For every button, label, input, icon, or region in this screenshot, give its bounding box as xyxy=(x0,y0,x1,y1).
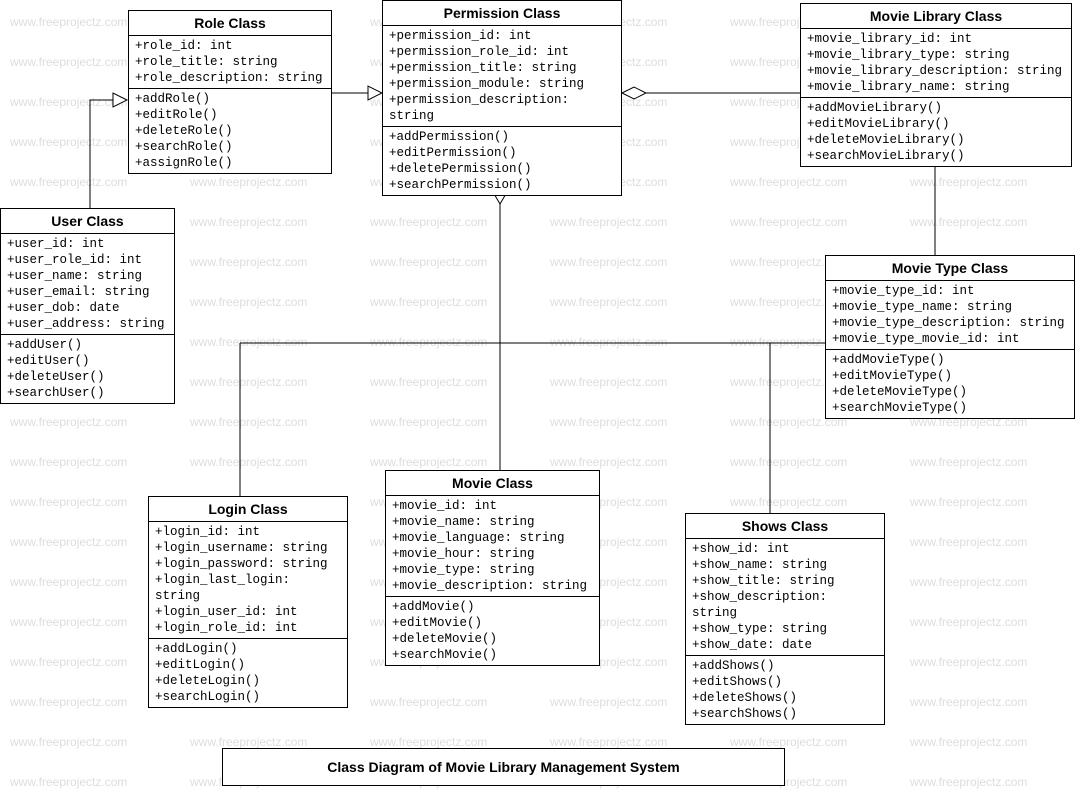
watermark-text: www.freeprojectz.com xyxy=(10,535,127,549)
watermark-text: www.freeprojectz.com xyxy=(550,335,667,349)
watermark-text: www.freeprojectz.com xyxy=(730,215,847,229)
watermark-text: www.freeprojectz.com xyxy=(550,455,667,469)
class-title: Login Class xyxy=(149,497,347,522)
class-title: Movie Library Class xyxy=(801,4,1071,29)
watermark-text: www.freeprojectz.com xyxy=(10,55,127,69)
watermark-text: www.freeprojectz.com xyxy=(190,375,307,389)
watermark-text: www.freeprojectz.com xyxy=(370,215,487,229)
watermark-text: www.freeprojectz.com xyxy=(190,415,307,429)
watermark-text: www.freeprojectz.com xyxy=(550,295,667,309)
watermark-text: www.freeprojectz.com xyxy=(910,655,1027,669)
ops: +addMovieType()+editMovieType()+deleteMo… xyxy=(826,350,1074,418)
attrs: +role_id: int+role_title: string+role_de… xyxy=(129,36,331,89)
ops: +addMovieLibrary()+editMovieLibrary()+de… xyxy=(801,98,1071,166)
class-title: Role Class xyxy=(129,11,331,36)
class-role: Role Class +role_id: int+role_title: str… xyxy=(128,10,332,174)
watermark-text: www.freeprojectz.com xyxy=(730,495,847,509)
watermark-text: www.freeprojectz.com xyxy=(10,615,127,629)
watermark-text: www.freeprojectz.com xyxy=(190,735,307,749)
watermark-text: www.freeprojectz.com xyxy=(10,455,127,469)
watermark-text: www.freeprojectz.com xyxy=(550,375,667,389)
attrs: +movie_id: int+movie_name: string+movie_… xyxy=(386,496,599,597)
ops: +addRole()+editRole()+deleteRole()+searc… xyxy=(129,89,331,173)
watermark-text: www.freeprojectz.com xyxy=(550,215,667,229)
watermark-text: www.freeprojectz.com xyxy=(910,535,1027,549)
watermark-text: www.freeprojectz.com xyxy=(910,695,1027,709)
watermark-text: www.freeprojectz.com xyxy=(910,455,1027,469)
watermark-text: www.freeprojectz.com xyxy=(370,255,487,269)
watermark-text: www.freeprojectz.com xyxy=(370,415,487,429)
watermark-text: www.freeprojectz.com xyxy=(910,575,1027,589)
watermark-text: www.freeprojectz.com xyxy=(370,735,487,749)
watermark-text: www.freeprojectz.com xyxy=(10,575,127,589)
watermark-text: www.freeprojectz.com xyxy=(550,735,667,749)
watermark-text: www.freeprojectz.com xyxy=(910,215,1027,229)
class-shows: Shows Class +show_id: int+show_name: str… xyxy=(685,513,885,725)
class-title: Permission Class xyxy=(383,1,621,26)
watermark-text: www.freeprojectz.com xyxy=(550,255,667,269)
watermark-text: www.freeprojectz.com xyxy=(550,415,667,429)
ops: +addLogin()+editLogin()+deleteLogin()+se… xyxy=(149,639,347,707)
watermark-text: www.freeprojectz.com xyxy=(910,775,1027,789)
watermark-text: www.freeprojectz.com xyxy=(190,295,307,309)
attrs: +movie_library_id: int+movie_library_typ… xyxy=(801,29,1071,98)
class-movietype: Movie Type Class +movie_type_id: int+mov… xyxy=(825,255,1075,419)
watermark-text: www.freeprojectz.com xyxy=(190,455,307,469)
watermark-text: www.freeprojectz.com xyxy=(10,495,127,509)
attrs: +permission_id: int+permission_role_id: … xyxy=(383,26,621,127)
watermark-text: www.freeprojectz.com xyxy=(10,175,127,189)
watermark-text: www.freeprojectz.com xyxy=(10,655,127,669)
watermark-text: www.freeprojectz.com xyxy=(730,455,847,469)
watermark-text: www.freeprojectz.com xyxy=(10,15,127,29)
watermark-text: www.freeprojectz.com xyxy=(910,735,1027,749)
diagram-caption: Class Diagram of Movie Library Managemen… xyxy=(222,748,785,786)
watermark-text: www.freeprojectz.com xyxy=(10,135,127,149)
attrs: +login_id: int+login_username: string+lo… xyxy=(149,522,347,639)
watermark-text: www.freeprojectz.com xyxy=(370,295,487,309)
attrs: +movie_type_id: int+movie_type_name: str… xyxy=(826,281,1074,350)
watermark-text: www.freeprojectz.com xyxy=(10,775,127,789)
watermark-text: www.freeprojectz.com xyxy=(910,175,1027,189)
watermark-text: www.freeprojectz.com xyxy=(190,215,307,229)
watermark-text: www.freeprojectz.com xyxy=(190,255,307,269)
attrs: +show_id: int+show_name: string+show_tit… xyxy=(686,539,884,656)
watermark-text: www.freeprojectz.com xyxy=(370,335,487,349)
watermark-text: www.freeprojectz.com xyxy=(910,615,1027,629)
watermark-text: www.freeprojectz.com xyxy=(550,695,667,709)
class-movie: Movie Class +movie_id: int+movie_name: s… xyxy=(385,470,600,666)
attrs: +user_id: int+user_role_id: int+user_nam… xyxy=(1,234,174,335)
class-title: Movie Type Class xyxy=(826,256,1074,281)
watermark-text: www.freeprojectz.com xyxy=(370,375,487,389)
ops: +addShows()+editShows()+deleteShows()+se… xyxy=(686,656,884,724)
watermark-text: www.freeprojectz.com xyxy=(10,415,127,429)
watermark-text: www.freeprojectz.com xyxy=(190,335,307,349)
class-title: Shows Class xyxy=(686,514,884,539)
class-title: User Class xyxy=(1,209,174,234)
watermark-text: www.freeprojectz.com xyxy=(190,175,307,189)
class-permission: Permission Class +permission_id: int+per… xyxy=(382,0,622,196)
ops: +addMovie()+editMovie()+deleteMovie()+se… xyxy=(386,597,599,665)
ops: +addPermission()+editPermission()+delete… xyxy=(383,127,621,195)
watermark-text: www.freeprojectz.com xyxy=(730,735,847,749)
watermark-text: www.freeprojectz.com xyxy=(10,735,127,749)
watermark-text: www.freeprojectz.com xyxy=(10,695,127,709)
watermark-text: www.freeprojectz.com xyxy=(370,695,487,709)
watermark-text: www.freeprojectz.com xyxy=(730,175,847,189)
ops: +addUser()+editUser()+deleteUser()+searc… xyxy=(1,335,174,403)
class-movielibrary: Movie Library Class +movie_library_id: i… xyxy=(800,3,1072,167)
watermark-text: www.freeprojectz.com xyxy=(370,455,487,469)
class-user: User Class +user_id: int+user_role_id: i… xyxy=(0,208,175,404)
watermark-text: www.freeprojectz.com xyxy=(910,495,1027,509)
class-login: Login Class +login_id: int+login_usernam… xyxy=(148,496,348,708)
class-title: Movie Class xyxy=(386,471,599,496)
watermark-text: www.freeprojectz.com xyxy=(10,95,127,109)
